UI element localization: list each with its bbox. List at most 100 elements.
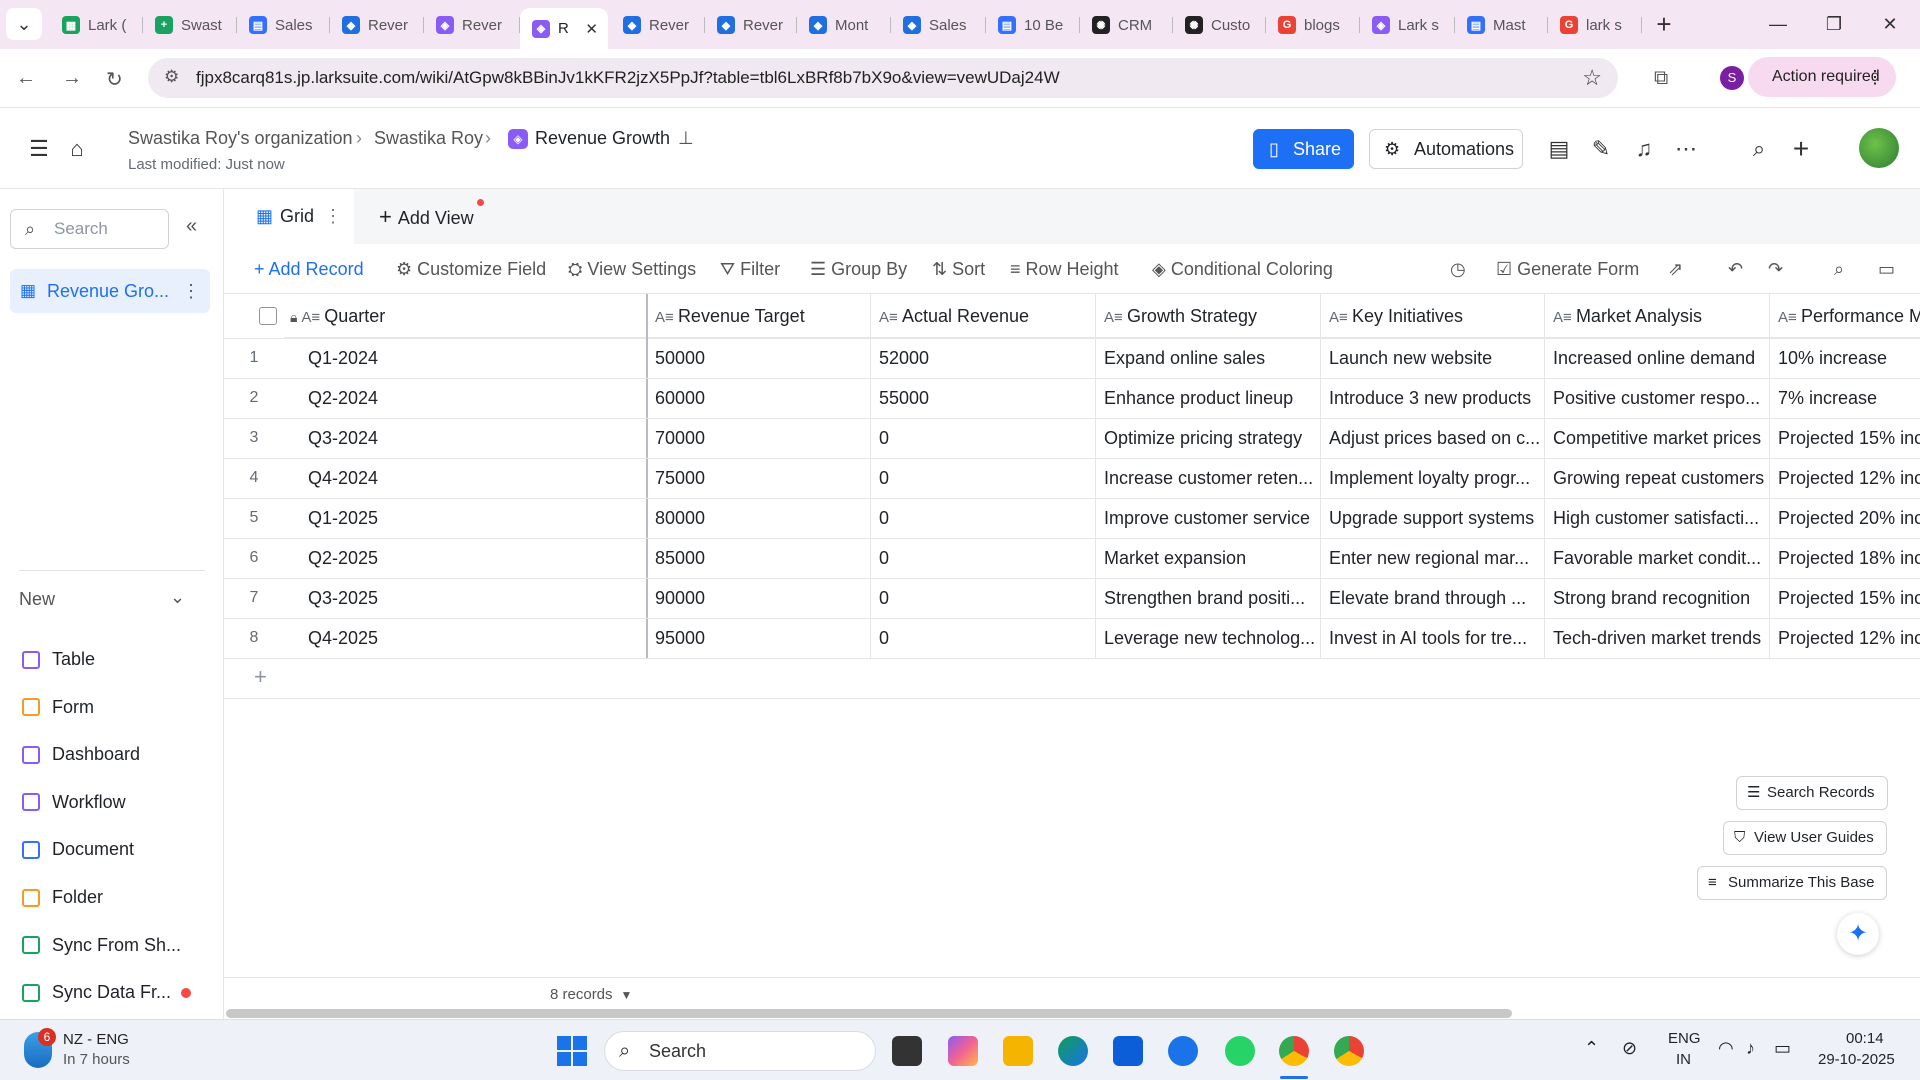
pin-icon[interactable]: ⊥ xyxy=(678,128,694,149)
table-cell[interactable]: 95000 xyxy=(646,618,870,658)
table-cell[interactable]: Adjust prices based on c... xyxy=(1320,418,1544,458)
sort-button[interactable]: ⇅ Sort xyxy=(932,259,985,280)
table-cell[interactable]: 0 xyxy=(870,538,1095,578)
sidebar-new-item[interactable]: Form xyxy=(22,697,94,718)
browser-tab[interactable]: ◈ R ✕ xyxy=(520,8,608,49)
view-settings-button[interactable]: ⛭ View Settings xyxy=(568,259,696,280)
wifi-icon[interactable]: ◠ xyxy=(1718,1038,1734,1059)
tab-search-button[interactable]: ⌄ xyxy=(6,8,42,40)
collapse-nav-icon[interactable]: ☰ xyxy=(26,136,52,162)
search-records-icon[interactable]: ⌕ xyxy=(1834,259,1844,280)
store-icon[interactable] xyxy=(1113,1036,1143,1066)
add-view-button[interactable]: + Add View xyxy=(379,189,484,244)
address-bar[interactable]: ⚙ fjpx8carq81s.jp.larksuite.com/wiki/AtG… xyxy=(148,58,1618,98)
browser-tab[interactable]: ◆ Sales xyxy=(891,8,986,42)
sidebar-new-item[interactable]: Workflow xyxy=(22,792,126,813)
history-icon[interactable]: ◷ xyxy=(1450,259,1466,280)
automations-button[interactable]: ⚙ Automations xyxy=(1369,129,1523,169)
row-number[interactable]: 6 xyxy=(224,538,284,578)
taskbar-search[interactable]: ⌕ Search xyxy=(604,1031,876,1071)
sidebar-new-item[interactable]: Table xyxy=(22,649,95,670)
more-vert-icon[interactable]: ⋮ xyxy=(324,189,342,244)
horizontal-scrollbar[interactable] xyxy=(226,1009,1512,1018)
sidebar-new-item[interactable]: Sync From Sh... xyxy=(22,935,181,956)
table-cell[interactable]: 0 xyxy=(870,618,1095,658)
table-cell[interactable]: 7% increase xyxy=(1769,378,1920,418)
notification-bell-icon[interactable]: ♫ xyxy=(1631,136,1657,162)
row-number[interactable]: 2 xyxy=(224,378,284,418)
edge-icon[interactable] xyxy=(1058,1036,1088,1066)
table-cell[interactable]: Strengthen brand positi... xyxy=(1095,578,1320,618)
chrome-icon[interactable] xyxy=(1279,1036,1309,1066)
browser-tab[interactable]: + Swast xyxy=(143,8,237,42)
table-cell[interactable]: 55000 xyxy=(870,378,1095,418)
group-by-button[interactable]: ☰ Group By xyxy=(810,259,907,280)
column-header[interactable]: 🔒︎ A≡ Quarter xyxy=(284,294,646,338)
table-cell[interactable]: Increase customer reten... xyxy=(1095,458,1320,498)
table-cell[interactable]: Positive customer respo... xyxy=(1544,378,1769,418)
volume-icon[interactable]: ♪ xyxy=(1746,1038,1755,1059)
records-count[interactable]: 8 records ▼ xyxy=(550,986,632,1003)
extensions-icon[interactable]: ⧉ xyxy=(1654,67,1668,90)
table-cell[interactable]: 50000 xyxy=(646,338,870,378)
table-cell[interactable]: Projected 18% inc xyxy=(1769,538,1920,578)
ai-assistant-button[interactable]: ✦ xyxy=(1837,913,1879,955)
table-cell[interactable]: Projected 12% inc xyxy=(1769,618,1920,658)
new-tab-button[interactable]: + xyxy=(1644,10,1684,38)
table-cell[interactable]: Favorable market condit... xyxy=(1544,538,1769,578)
table-cell[interactable]: Elevate brand through ... xyxy=(1320,578,1544,618)
search-icon[interactable]: ⌕ xyxy=(1746,136,1772,162)
customize-field-button[interactable]: ⚙ Customize Field xyxy=(396,259,546,280)
copilot-icon[interactable] xyxy=(948,1036,978,1066)
table-cell[interactable]: 85000 xyxy=(646,538,870,578)
share-button[interactable]: ▯ Share xyxy=(1253,129,1354,169)
breadcrumb-user[interactable]: Swastika Roy xyxy=(374,128,483,149)
table-cell[interactable]: Introduce 3 new products xyxy=(1320,378,1544,418)
browser-tab[interactable]: ◆ Mont xyxy=(797,8,891,42)
home-icon[interactable]: ⌂ xyxy=(64,136,90,162)
table-cell[interactable]: Projected 15% inc xyxy=(1769,418,1920,458)
table-cell[interactable]: 0 xyxy=(870,458,1095,498)
file-explorer-icon[interactable] xyxy=(1003,1036,1033,1066)
table-cell[interactable]: Projected 15% inc xyxy=(1769,578,1920,618)
breadcrumb-current[interactable]: Revenue Growth xyxy=(535,128,670,149)
conditional-coloring-button[interactable]: ◈ Conditional Coloring xyxy=(1152,259,1333,280)
browser-tab[interactable]: ✺ CRM xyxy=(1080,8,1173,42)
chrome-profile-icon[interactable] xyxy=(1334,1036,1364,1066)
table-cell[interactable]: Upgrade support systems xyxy=(1320,498,1544,538)
table-cell[interactable]: Q3-2025 xyxy=(284,578,646,618)
table-cell[interactable]: Competitive market prices xyxy=(1544,418,1769,458)
chevron-up-icon[interactable]: ⌃ xyxy=(1584,1038,1599,1059)
table-cell[interactable]: Enter new regional mar... xyxy=(1320,538,1544,578)
close-tab-icon[interactable]: ✕ xyxy=(585,20,598,38)
back-icon[interactable]: ← xyxy=(16,67,36,90)
browser-tab[interactable]: ◈ Lark s xyxy=(1360,8,1455,42)
add-row-button[interactable]: + xyxy=(254,664,267,690)
table-cell[interactable]: 70000 xyxy=(646,418,870,458)
table-cell[interactable]: Q1-2024 xyxy=(284,338,646,378)
sidebar-new-item[interactable]: Sync Data Fr... xyxy=(22,982,192,1003)
filter-button[interactable]: ⛛ Filter xyxy=(720,259,780,280)
language-top[interactable]: ENG xyxy=(1668,1030,1701,1047)
row-number[interactable]: 7 xyxy=(224,578,284,618)
table-cell[interactable]: Improve customer service xyxy=(1095,498,1320,538)
docs-icon[interactable]: ▤ xyxy=(1546,136,1572,162)
table-cell[interactable]: 80000 xyxy=(646,498,870,538)
table-cell[interactable]: Enhance product lineup xyxy=(1095,378,1320,418)
table-cell[interactable]: 52000 xyxy=(870,338,1095,378)
battery-icon[interactable]: ▭ xyxy=(1774,1038,1791,1059)
browser-tab[interactable]: ✺ Custo xyxy=(1173,8,1266,42)
more-icon[interactable]: ⋯ xyxy=(1673,136,1699,162)
row-number[interactable]: 3 xyxy=(224,418,284,458)
user-avatar[interactable] xyxy=(1859,128,1899,168)
browser-tab[interactable]: ◆ Rever xyxy=(330,8,424,42)
view-user-guides-button[interactable]: ⛉ View User Guides xyxy=(1723,821,1887,855)
close-window-button[interactable]: ✕ xyxy=(1870,10,1910,38)
select-all-checkbox[interactable] xyxy=(259,307,277,325)
table-cell[interactable]: Q2-2024 xyxy=(284,378,646,418)
table-cell[interactable]: High customer satisfacti... xyxy=(1544,498,1769,538)
network-status-icon[interactable]: ⊘ xyxy=(1622,1038,1637,1059)
row-number[interactable]: 1 xyxy=(224,338,284,378)
table-cell[interactable]: Increased online demand xyxy=(1544,338,1769,378)
browser-tab[interactable]: ◈ Rever xyxy=(424,8,520,42)
